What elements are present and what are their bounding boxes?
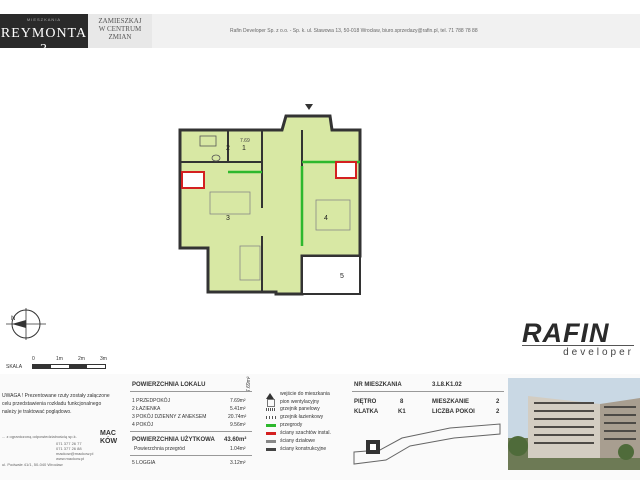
floor-label: PIĘTRO xyxy=(354,399,377,405)
installation-shaft xyxy=(335,161,357,179)
vent-shaft-icon xyxy=(267,399,275,407)
area-label: 1 PRZEDPOKÓJ xyxy=(132,398,171,404)
key-plan xyxy=(353,423,501,465)
installation-shaft xyxy=(181,171,205,189)
designer-line: www.mackow.pl xyxy=(56,456,85,461)
partitions-area-value: 1.04m² xyxy=(230,446,246,452)
divider xyxy=(130,455,252,456)
disclaimer-line: należy je traktować poglądowo. xyxy=(2,409,72,415)
building-rendering xyxy=(508,378,640,470)
room-number: 5 xyxy=(340,273,344,280)
slogan-line: ZMIAN xyxy=(108,33,132,41)
areas-header: POWIERZCHNIA LOKALU xyxy=(132,382,206,388)
area-value: 5.41m² xyxy=(230,406,246,412)
disclaimer-line: celu przedstawienia rozkładu funkcjonaln… xyxy=(2,401,102,407)
panel-radiator-icon xyxy=(266,408,276,411)
rooms-count-value: 2 xyxy=(496,409,500,415)
apartment-nr-value: 3.L8.K1.02 xyxy=(432,382,462,388)
legend-label: grzejnik łazienkowy xyxy=(280,414,324,420)
entry-arrow-icon xyxy=(305,104,313,110)
partition-swatch xyxy=(266,424,276,427)
scale-tick: 3m xyxy=(100,356,107,362)
stair-label: KLATKA xyxy=(354,409,379,415)
rafin-logo: RAFIN developer xyxy=(522,318,634,358)
disclaimer-line: UWAGA ! Prezentowane rzuty zostały załąc… xyxy=(2,393,110,399)
divider xyxy=(130,391,252,392)
scale-bar: SKALA 0 1m 2m 3m xyxy=(2,354,122,370)
bathroom-radiator-icon xyxy=(266,416,276,419)
legend-label: grzejnik panelowy xyxy=(280,406,320,412)
partitions-area-label: Powierzchnia przegród xyxy=(134,446,185,452)
room-number: 3 xyxy=(226,215,230,222)
floor-plan: 1 7.69 2 3 4 5 xyxy=(178,104,362,296)
room-area: 7.69 xyxy=(240,138,250,144)
slogan-line: W CENTRUM xyxy=(98,25,142,33)
usable-area-label: POWIERZCHNIA UŻYTKOWA xyxy=(132,437,215,443)
slogan: ZAMIESZKAJ W CENTRUM ZMIAN xyxy=(88,14,152,48)
designer-mark: MAC KÓW xyxy=(100,430,118,445)
area-value: 20.74m² xyxy=(228,414,247,420)
legend-label: pion wentylacyjny xyxy=(280,399,320,405)
designer-line: ... z ograniczoną odpowiedzialnością sp.… xyxy=(2,434,77,439)
loggia xyxy=(301,255,361,295)
rooms-count-label: LICZBA POKOI xyxy=(432,409,475,415)
divider xyxy=(130,431,252,432)
room-number: 4 xyxy=(324,215,328,222)
designer-line: ul. Podwale 41/1, 50-040 Wrocław xyxy=(2,462,63,467)
legend-label: ściany szachtów instal. xyxy=(280,430,331,436)
scale-tick: 1m xyxy=(56,356,63,362)
apartment-nr-label: NR MIESZKANIA xyxy=(354,382,402,388)
scale-tick: 0 xyxy=(32,356,35,362)
logo-title: REYMONTA 3 xyxy=(0,26,88,57)
scale-tick: 2m xyxy=(78,356,85,362)
unit-label: MIESZKANIE xyxy=(432,399,470,405)
developer-contact: Rafin Developer Sp. z o.o. - Sp. k. ul. … xyxy=(230,28,478,34)
scale-label: SKALA xyxy=(6,364,23,370)
loggia-label: 5 LOGGIA xyxy=(132,460,156,466)
slogan-line: ZAMIESZKAJ xyxy=(98,17,142,25)
areas-header-value: 7.69m² xyxy=(246,376,252,392)
stair-value: K1 xyxy=(398,409,406,415)
floor-value: 8 xyxy=(400,399,404,405)
legend-label: przegrody xyxy=(280,422,303,428)
shaft-wall-swatch xyxy=(266,432,276,435)
loggia-value: 3.12m² xyxy=(230,460,246,466)
divider xyxy=(352,391,504,392)
north-label: N xyxy=(11,316,15,322)
legend-label: ściany działowe xyxy=(280,438,316,444)
compass: N xyxy=(6,308,46,340)
unit-value: 2 xyxy=(496,399,500,405)
logo-small-text: MIESZKANIA xyxy=(26,17,62,22)
area-label: 3 POKÓJ DZIENNY Z ANEKSEM xyxy=(132,414,207,420)
scale-graphic xyxy=(32,364,106,369)
area-value: 7.69m² xyxy=(230,398,246,404)
project-logo: MIESZKANIA REYMONTA 3 xyxy=(0,14,88,57)
room-number: 2 xyxy=(226,145,230,152)
room-number: 1 xyxy=(242,145,246,152)
area-value: 9.56m² xyxy=(230,422,246,428)
legend-label: wejście do mieszkania xyxy=(280,391,330,397)
structural-wall-swatch xyxy=(266,448,276,451)
area-label: 4 POKÓJ xyxy=(132,422,154,428)
partition-wall-swatch xyxy=(266,440,276,443)
usable-area-value: 43.60m² xyxy=(224,437,247,443)
area-label: 2 ŁAZIENKA xyxy=(132,406,161,412)
legend-label: ściany konstrukcyjne xyxy=(280,446,327,452)
